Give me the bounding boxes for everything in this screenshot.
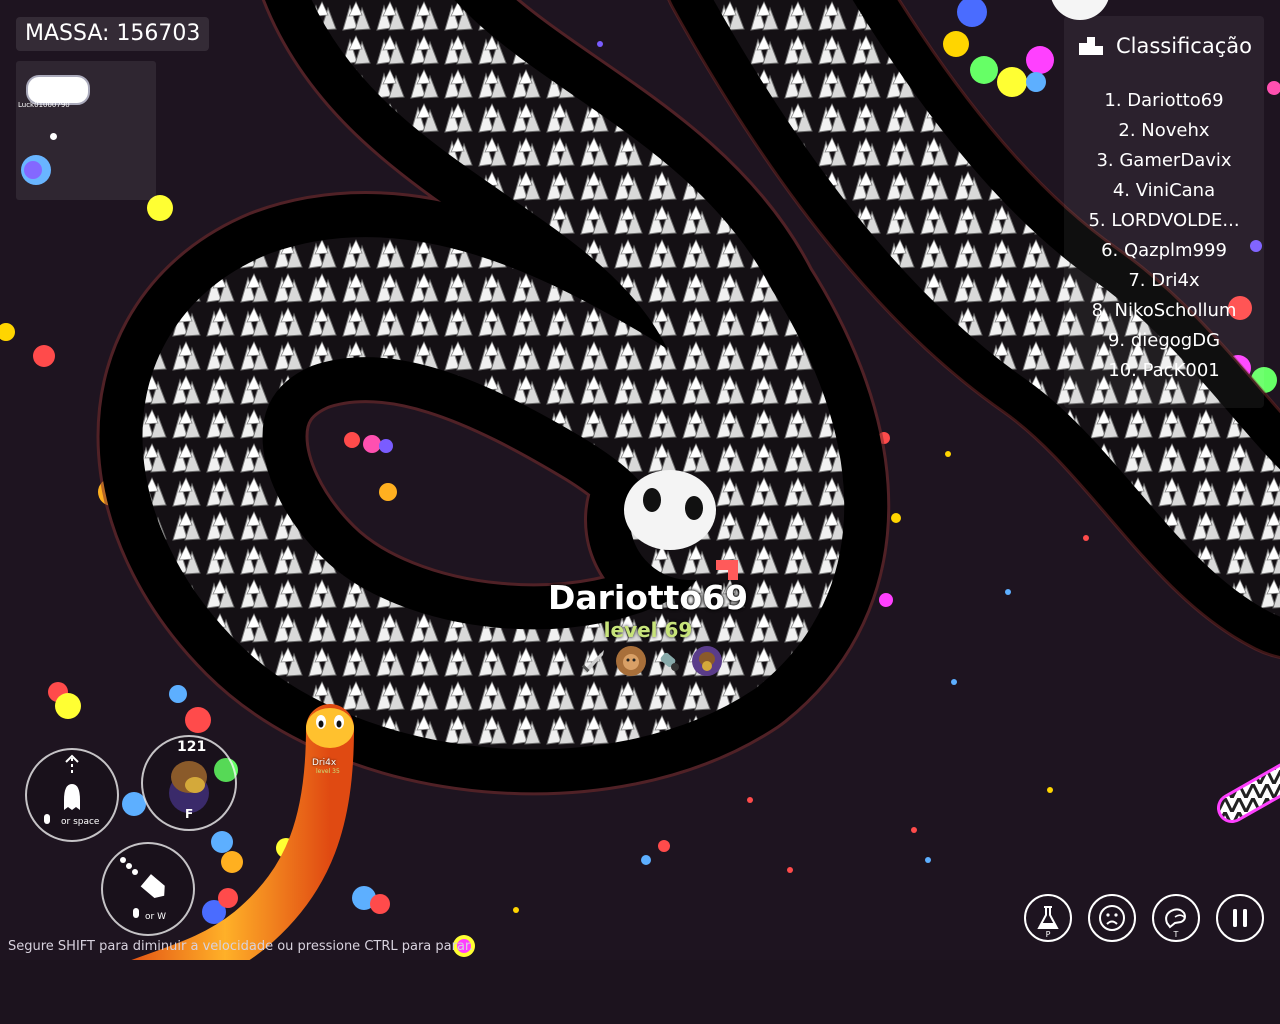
minimap: Luck0100079​0 xyxy=(16,61,156,200)
leaderboard-row: 4. ViniCana xyxy=(1112,180,1216,201)
chat-key: T xyxy=(1173,930,1179,939)
minimap-player-label: Luck0100079​0 xyxy=(18,101,70,109)
leaderboard: Classificação 1. Dariotto69 2. Novehx 3.… xyxy=(1064,16,1264,408)
potion-button[interactable]: P xyxy=(1024,894,1072,942)
leaderboard-row: 10. PacK001 xyxy=(1108,360,1220,381)
bottom-bar xyxy=(0,960,1280,1024)
flask-icon xyxy=(1037,906,1059,929)
controls-hint: Segure SHIFT para diminuir a velocidade … xyxy=(8,939,474,954)
dri4x-name: Dri4x xyxy=(312,758,337,768)
emote-button[interactable] xyxy=(1088,894,1136,942)
rocket-badge-icon xyxy=(654,646,684,676)
leaderboard-row: 7. Dri4x xyxy=(1128,270,1200,291)
player-badges xyxy=(578,646,722,676)
leaderboard-row: 3. GamerDavix xyxy=(1096,150,1232,171)
boost-button[interactable]: or space xyxy=(25,748,119,842)
dri4x-level: level 35 xyxy=(316,768,340,775)
leaderboard-row: 9. diegogDG xyxy=(1107,330,1221,351)
chat-button[interactable]: T xyxy=(1152,894,1200,942)
drop-button[interactable]: or W xyxy=(101,842,195,936)
player-name: Dariotto69 xyxy=(547,578,749,617)
podium-icon xyxy=(1079,37,1103,55)
sword-badge-icon xyxy=(578,646,608,676)
leaderboard-list: 1. Dariotto69 2. Novehx 3. GamerDavix 4.… xyxy=(1064,86,1264,386)
leaderboard-row: 2. Novehx xyxy=(1118,120,1210,141)
enemy-snake-small xyxy=(1217,763,1280,823)
item-key: F xyxy=(185,807,194,821)
drop-caption: or W xyxy=(145,912,166,922)
leaderboard-row: 1. Dariotto69 xyxy=(1104,90,1224,111)
item-button[interactable]: 121 F xyxy=(141,735,237,831)
leaderboard-row: 8. NikoSchollum xyxy=(1091,300,1237,321)
player-level: level 69 xyxy=(603,618,693,642)
chat-icon xyxy=(1165,908,1186,929)
pause-button[interactable] xyxy=(1216,894,1264,942)
boost-caption: or space xyxy=(61,817,100,827)
mass-counter: MASSA: 156703 xyxy=(16,17,210,51)
leaderboard-header: Classificação xyxy=(1078,34,1252,58)
pause-icon xyxy=(1233,909,1247,927)
leaderboard-row: 6. Qazplm999 xyxy=(1101,240,1227,261)
sad-face-icon xyxy=(1099,905,1125,931)
potion-key: P xyxy=(1045,930,1051,939)
dog-badge-icon xyxy=(616,646,646,676)
minimap-marker xyxy=(50,133,57,140)
leaderboard-row: 5. LORDVOLDE... xyxy=(1088,210,1240,231)
treasure-badge-icon xyxy=(692,646,722,676)
game-canvas[interactable]: MASSA: 156703 Luck0100079​0 Classificaçã… xyxy=(0,0,1280,960)
leaderboard-title: Classificação xyxy=(1116,34,1252,58)
